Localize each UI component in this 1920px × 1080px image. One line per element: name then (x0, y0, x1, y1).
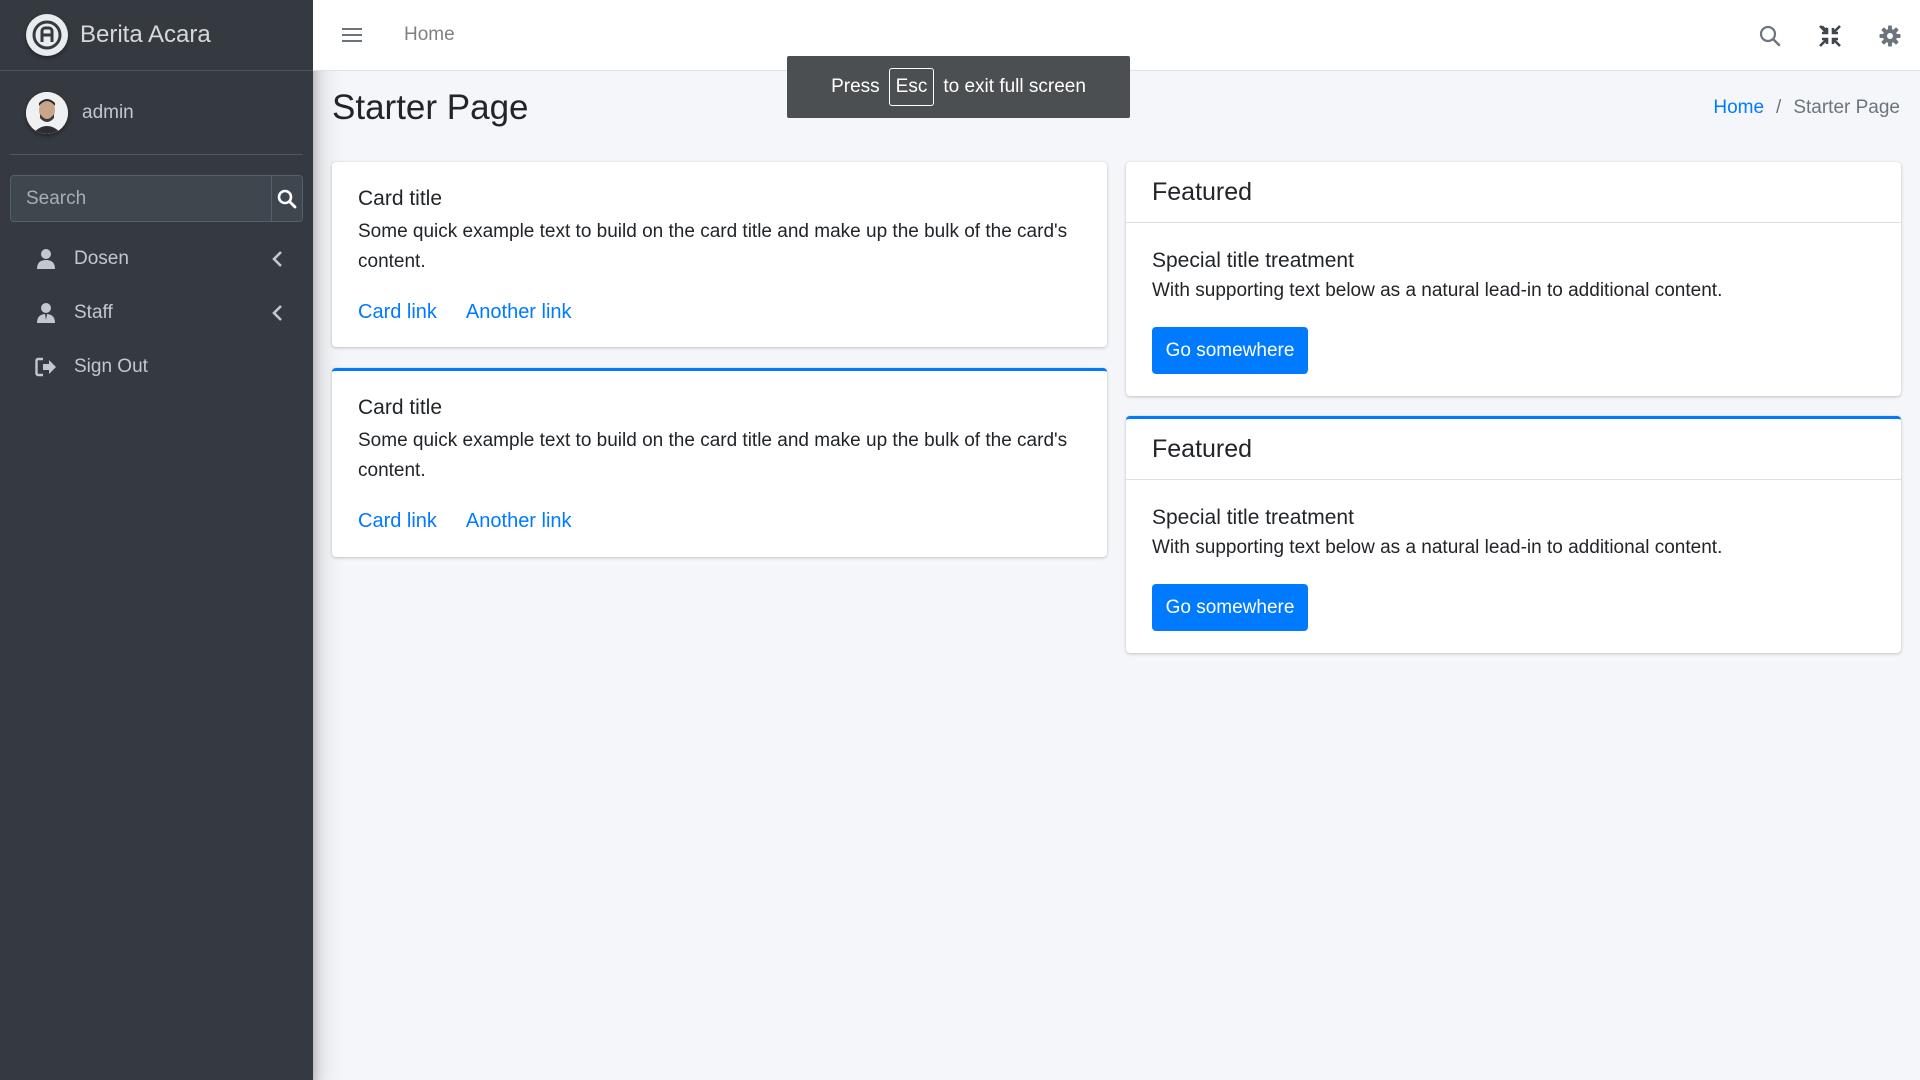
breadcrumb-separator: / (1776, 97, 1782, 118)
esc-key: Esc (888, 68, 935, 106)
user-name[interactable]: admin (82, 102, 134, 124)
card-text: Some quick example text to build on the … (358, 221, 1068, 272)
fullscreen-exit-toast: Press Esc to exit full screen (787, 56, 1130, 118)
user-tie-icon (34, 301, 58, 325)
left-card-2: Card title Some quick example text to bu… (332, 368, 1107, 557)
sidebar-item-staff[interactable]: Staff (10, 286, 303, 340)
page-title: Starter Page (332, 88, 529, 127)
chevron-left-icon (271, 304, 283, 322)
sidebar-search-input[interactable] (11, 176, 271, 221)
sidebar-search (10, 175, 303, 222)
search-icon[interactable] (1740, 0, 1800, 71)
toast-prefix: Press (831, 76, 880, 97)
hamburger-icon[interactable] (340, 23, 364, 47)
toast-suffix: to exit full screen (943, 76, 1086, 97)
card-title: Card title (358, 396, 443, 419)
sign-out-icon (34, 355, 58, 379)
compress-icon[interactable] (1800, 0, 1860, 71)
breadcrumb-active: Starter Page (1793, 97, 1900, 118)
main-sidebar: Berita Acara admin Search Dosen Staff Si… (0, 0, 313, 1080)
brand-logo-icon (26, 14, 68, 56)
top-icon-group (1740, 0, 1920, 71)
gear-icon[interactable] (1860, 0, 1920, 71)
brand-text: Berita Acara (80, 21, 211, 48)
left-card-1: Card title Some quick example text to bu… (332, 162, 1107, 347)
card-title: Special title treatment (1152, 506, 1354, 529)
breadcrumb: Home / Starter Page (1713, 97, 1900, 119)
card-text: With supporting text below as a natural … (1152, 537, 1723, 558)
card-header: Featured (1126, 419, 1901, 480)
right-card-2: Featured Special title treatment With su… (1126, 416, 1901, 653)
sidebar-item-dosen[interactable]: Dosen (10, 232, 303, 286)
user-panel: admin (10, 71, 303, 155)
top-home-link[interactable]: Home (404, 24, 455, 46)
card-title: Card title (358, 187, 443, 210)
card-text: With supporting text below as a natural … (1152, 280, 1723, 301)
card-text: Some quick example text to build on the … (358, 430, 1068, 481)
sidebar-nav: Dosen Staff Sign Out (0, 232, 313, 394)
search-icon (277, 189, 297, 208)
go-somewhere-button[interactable]: Go somewhere (1152, 327, 1308, 374)
sidebar-item-label: Staff (74, 302, 113, 323)
card-header: Featured (1126, 162, 1901, 223)
sidebar-item-sign-out[interactable]: Sign Out (10, 340, 303, 394)
breadcrumb-home-link[interactable]: Home (1713, 97, 1764, 119)
chevron-left-icon (271, 250, 283, 268)
avatar[interactable] (26, 91, 68, 134)
go-somewhere-button[interactable]: Go somewhere (1152, 584, 1308, 631)
card-link[interactable]: Card link (358, 510, 437, 533)
brand-link[interactable]: Berita Acara (0, 0, 313, 71)
right-card-1: Featured Special title treatment With su… (1126, 162, 1901, 396)
sidebar-search-button[interactable] (271, 176, 302, 221)
sidebar-item-label: Sign Out (74, 356, 148, 377)
another-link[interactable]: Another link (466, 510, 572, 533)
another-link[interactable]: Another link (466, 301, 572, 324)
sidebar-item-label: Dosen (74, 248, 129, 269)
card-link[interactable]: Card link (358, 301, 437, 324)
user-icon (34, 247, 58, 271)
card-title: Special title treatment (1152, 249, 1354, 272)
